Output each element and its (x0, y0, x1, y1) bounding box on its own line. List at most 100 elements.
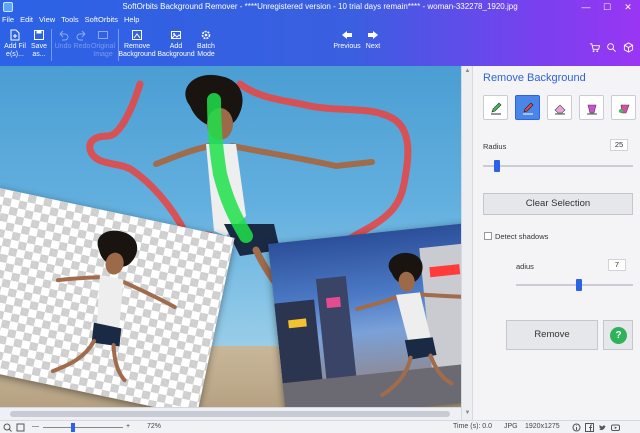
undo-button[interactable]: Undo (54, 27, 72, 51)
info-icon[interactable] (572, 423, 581, 432)
undo-label: Undo (54, 43, 72, 50)
time-readout: Time (s): 0.0 (453, 423, 493, 430)
detect-shadows-checkbox[interactable] (484, 232, 492, 240)
ribbon-chrome: SoftOrbits Background Remover - ****Unre… (0, 0, 640, 66)
remove-background-button[interactable]: Remove Background (117, 27, 157, 59)
toolbar: Add File(s)... Save as... Undo Redo Orig… (0, 27, 640, 65)
lasso-tool[interactable] (579, 95, 604, 120)
zoom-slider-knob[interactable] (71, 423, 75, 432)
next-button[interactable]: Next (362, 27, 384, 51)
save-icon (34, 30, 44, 40)
close-button[interactable]: ✕ (619, 1, 637, 13)
auto-select-tool[interactable] (611, 95, 636, 120)
menu-view[interactable]: View (39, 15, 55, 26)
undo-icon (59, 30, 69, 41)
original-image-button[interactable]: Original Image (90, 27, 116, 59)
save-as-button[interactable]: Save as... (29, 27, 49, 59)
woman-arm-left (153, 143, 213, 167)
radius-value[interactable]: 25 (610, 139, 628, 151)
search-icon[interactable] (606, 42, 617, 53)
save-as-label: Save as... (31, 43, 47, 58)
zoom-in-icon[interactable]: + (126, 423, 130, 430)
remove-button[interactable]: Remove (506, 320, 598, 350)
image-canvas[interactable] (0, 66, 461, 420)
image-format: JPG (504, 423, 518, 430)
eraser-tool[interactable] (547, 95, 572, 120)
actual-size-icon[interactable] (16, 423, 25, 432)
redo-icon (76, 30, 86, 41)
new-background-preview (268, 217, 461, 420)
panel-scrollbar[interactable]: ▲ ▼ (462, 66, 473, 420)
radius-slider-knob[interactable] (494, 160, 500, 172)
zoom-level: 72% (147, 423, 162, 430)
keep-marker-tool[interactable] (483, 95, 508, 120)
youtube-icon[interactable] (611, 423, 620, 432)
image-dimensions: 1920x1275 (525, 423, 560, 430)
radius-label: Radius (483, 142, 507, 151)
cart-icon[interactable] (589, 42, 600, 53)
panel-title: Remove Background (483, 72, 586, 84)
menu-tools[interactable]: Tools (61, 15, 79, 26)
toolbar-separator (51, 29, 52, 61)
remove-marker-tool[interactable] (515, 95, 540, 120)
window-title: SoftOrbits Background Remover - ****Unre… (122, 2, 518, 11)
marker-tools (483, 95, 636, 120)
minimize-button[interactable]: — (577, 1, 595, 13)
help-button[interactable]: ? (603, 320, 633, 350)
redo-label: Redo (73, 43, 91, 50)
detect-shadows-label: Detect shadows (495, 232, 549, 241)
status-bar: — + 72% Time (s): 0.0 JPG 1920x1275 (0, 420, 640, 433)
maximize-button[interactable]: ☐ (598, 1, 616, 13)
scroll-up-icon[interactable]: ▲ (464, 68, 471, 75)
ribbon-right-icons (589, 42, 634, 53)
zoom-out-icon[interactable]: — (32, 423, 39, 430)
shadow-radius-value[interactable]: 7 (608, 259, 626, 271)
remove-background-label: Remove Background (118, 43, 156, 58)
previous-label: Previous (333, 43, 361, 50)
shadow-radius-slider[interactable] (516, 279, 633, 291)
original-image-label: Original Image (90, 43, 116, 58)
scrollbar-thumb[interactable] (10, 411, 450, 417)
add-files-button[interactable]: Add File(s)... (4, 27, 26, 59)
menu-softorbits[interactable]: SoftOrbits (85, 15, 118, 26)
add-files-label: Add File(s)... (4, 43, 26, 58)
eraser-icon (554, 104, 566, 115)
magic-marker-icon (619, 104, 630, 114)
lasso-icon (587, 104, 597, 115)
add-background-label: Add Background (157, 43, 195, 58)
title-bar: SoftOrbits Background Remover - ****Unre… (0, 0, 640, 14)
cube-icon[interactable] (623, 42, 634, 53)
scroll-down-icon[interactable]: ▼ (464, 410, 471, 417)
menu-bar: File Edit View Tools SoftOrbits Help (2, 15, 139, 26)
gear-icon (201, 30, 211, 40)
arrow-right-icon (368, 31, 378, 39)
arrow-left-icon (342, 31, 352, 39)
remove-background-panel: ▲ ▼ Remove Background Radius 25 Clear Se… (461, 66, 640, 420)
menu-edit[interactable]: Edit (20, 15, 33, 26)
green-marker-icon (491, 102, 502, 115)
zoom-fit-icon[interactable] (3, 423, 12, 432)
woman-arm-right (229, 143, 375, 170)
add-file-icon (10, 29, 20, 41)
facebook-icon[interactable] (585, 423, 594, 432)
menu-help[interactable]: Help (124, 15, 139, 26)
menu-file[interactable]: File (2, 15, 14, 26)
batch-mode-button[interactable]: Batch Mode (195, 27, 217, 59)
shadow-slider-knob[interactable] (576, 279, 582, 291)
app-window: SoftOrbits Background Remover - ****Unre… (0, 0, 640, 433)
red-marker-icon (523, 102, 534, 115)
add-background-button[interactable]: Add Background (157, 27, 195, 59)
image-icon (98, 31, 108, 39)
redo-button[interactable]: Redo (73, 27, 91, 51)
shadow-radius-label: adius (516, 262, 534, 271)
next-label: Next (365, 43, 381, 50)
help-icon: ? (610, 327, 627, 344)
clear-selection-button[interactable]: Clear Selection (483, 193, 633, 215)
add-background-icon (171, 31, 181, 39)
twitter-icon[interactable] (598, 423, 607, 432)
zoom-slider[interactable] (43, 423, 123, 432)
horizontal-scrollbar[interactable] (0, 407, 461, 420)
radius-slider[interactable] (483, 160, 633, 172)
previous-button[interactable]: Previous (332, 27, 362, 51)
remove-background-icon (132, 30, 142, 40)
